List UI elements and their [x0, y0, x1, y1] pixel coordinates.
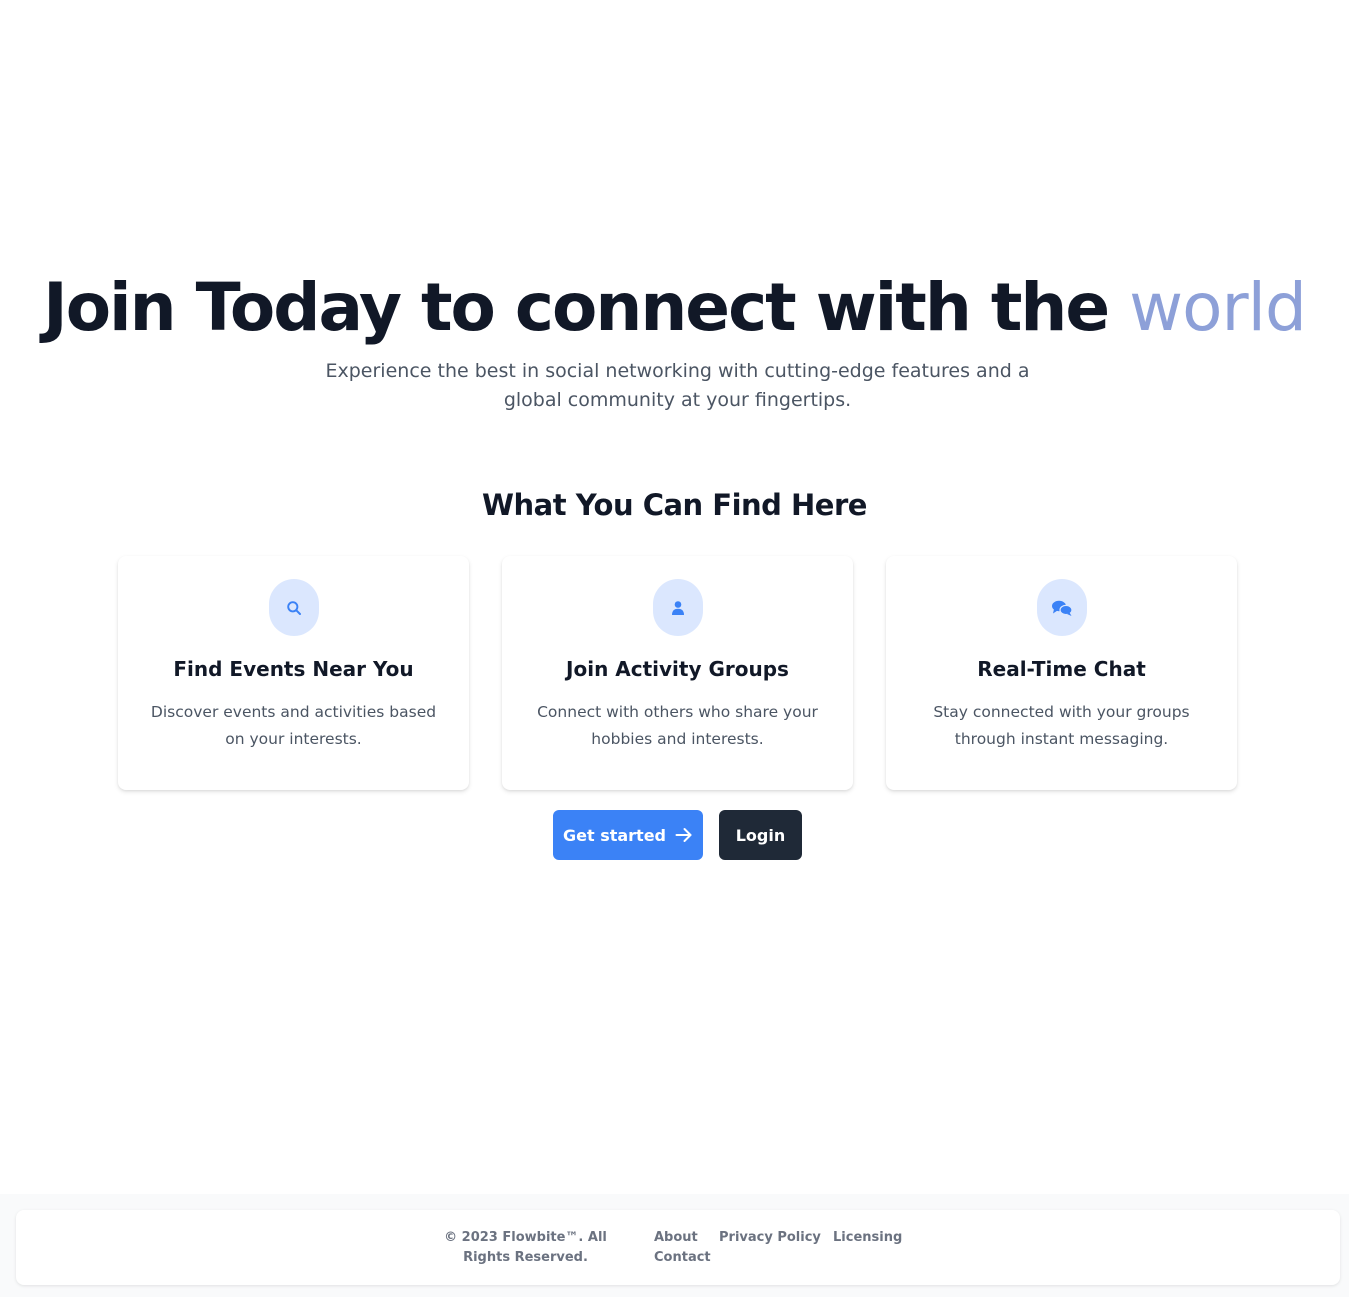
footer-link-privacy-policy[interactable]: Privacy Policy [719, 1228, 821, 1248]
hero-title-accent: world [1129, 269, 1307, 346]
get-started-label: Get started [562, 825, 666, 845]
feature-card-description: Stay connected with your groups through … [933, 703, 1190, 748]
login-button[interactable]: Login [719, 810, 802, 860]
feature-card-groups: Join Activity Groups Connect with others… [502, 556, 853, 790]
footer-copyright: © 2023 Flowbite™. All Rights Reserved. [444, 1230, 607, 1265]
feature-cards: Find Events Near You Discover events and… [118, 556, 1237, 790]
hero-title: Join Today to connect with the world [0, 268, 1349, 348]
arrow-right-icon [675, 827, 693, 843]
feature-card-title: Real-Time Chat [977, 657, 1146, 681]
feature-card-title: Join Activity Groups [566, 657, 789, 681]
search-icon [268, 579, 319, 636]
footer-link-licensing[interactable]: Licensing [833, 1228, 902, 1248]
get-started-button[interactable]: Get started [553, 810, 703, 860]
feature-card-description: Connect with others who share your hobbi… [537, 703, 818, 748]
footer-link-contact[interactable]: Contact [654, 1248, 711, 1268]
chat-icon [1036, 579, 1087, 636]
hero-title-main: Join Today to connect with the [43, 269, 1130, 346]
user-icon [652, 579, 703, 636]
landing-page: Join Today to connect with the world Exp… [0, 0, 1349, 1297]
features-heading: What You Can Find Here [482, 488, 867, 522]
feature-card-description: Discover events and activities based on … [150, 703, 437, 748]
feature-card-title: Find Events Near You [173, 657, 414, 681]
hero-subtitle: Experience the best in social networking… [325, 360, 1030, 411]
feature-card-chat: Real-Time Chat Stay connected with your … [886, 556, 1237, 790]
footer-link-about[interactable]: About [654, 1228, 698, 1248]
feature-card-events: Find Events Near You Discover events and… [118, 556, 469, 790]
